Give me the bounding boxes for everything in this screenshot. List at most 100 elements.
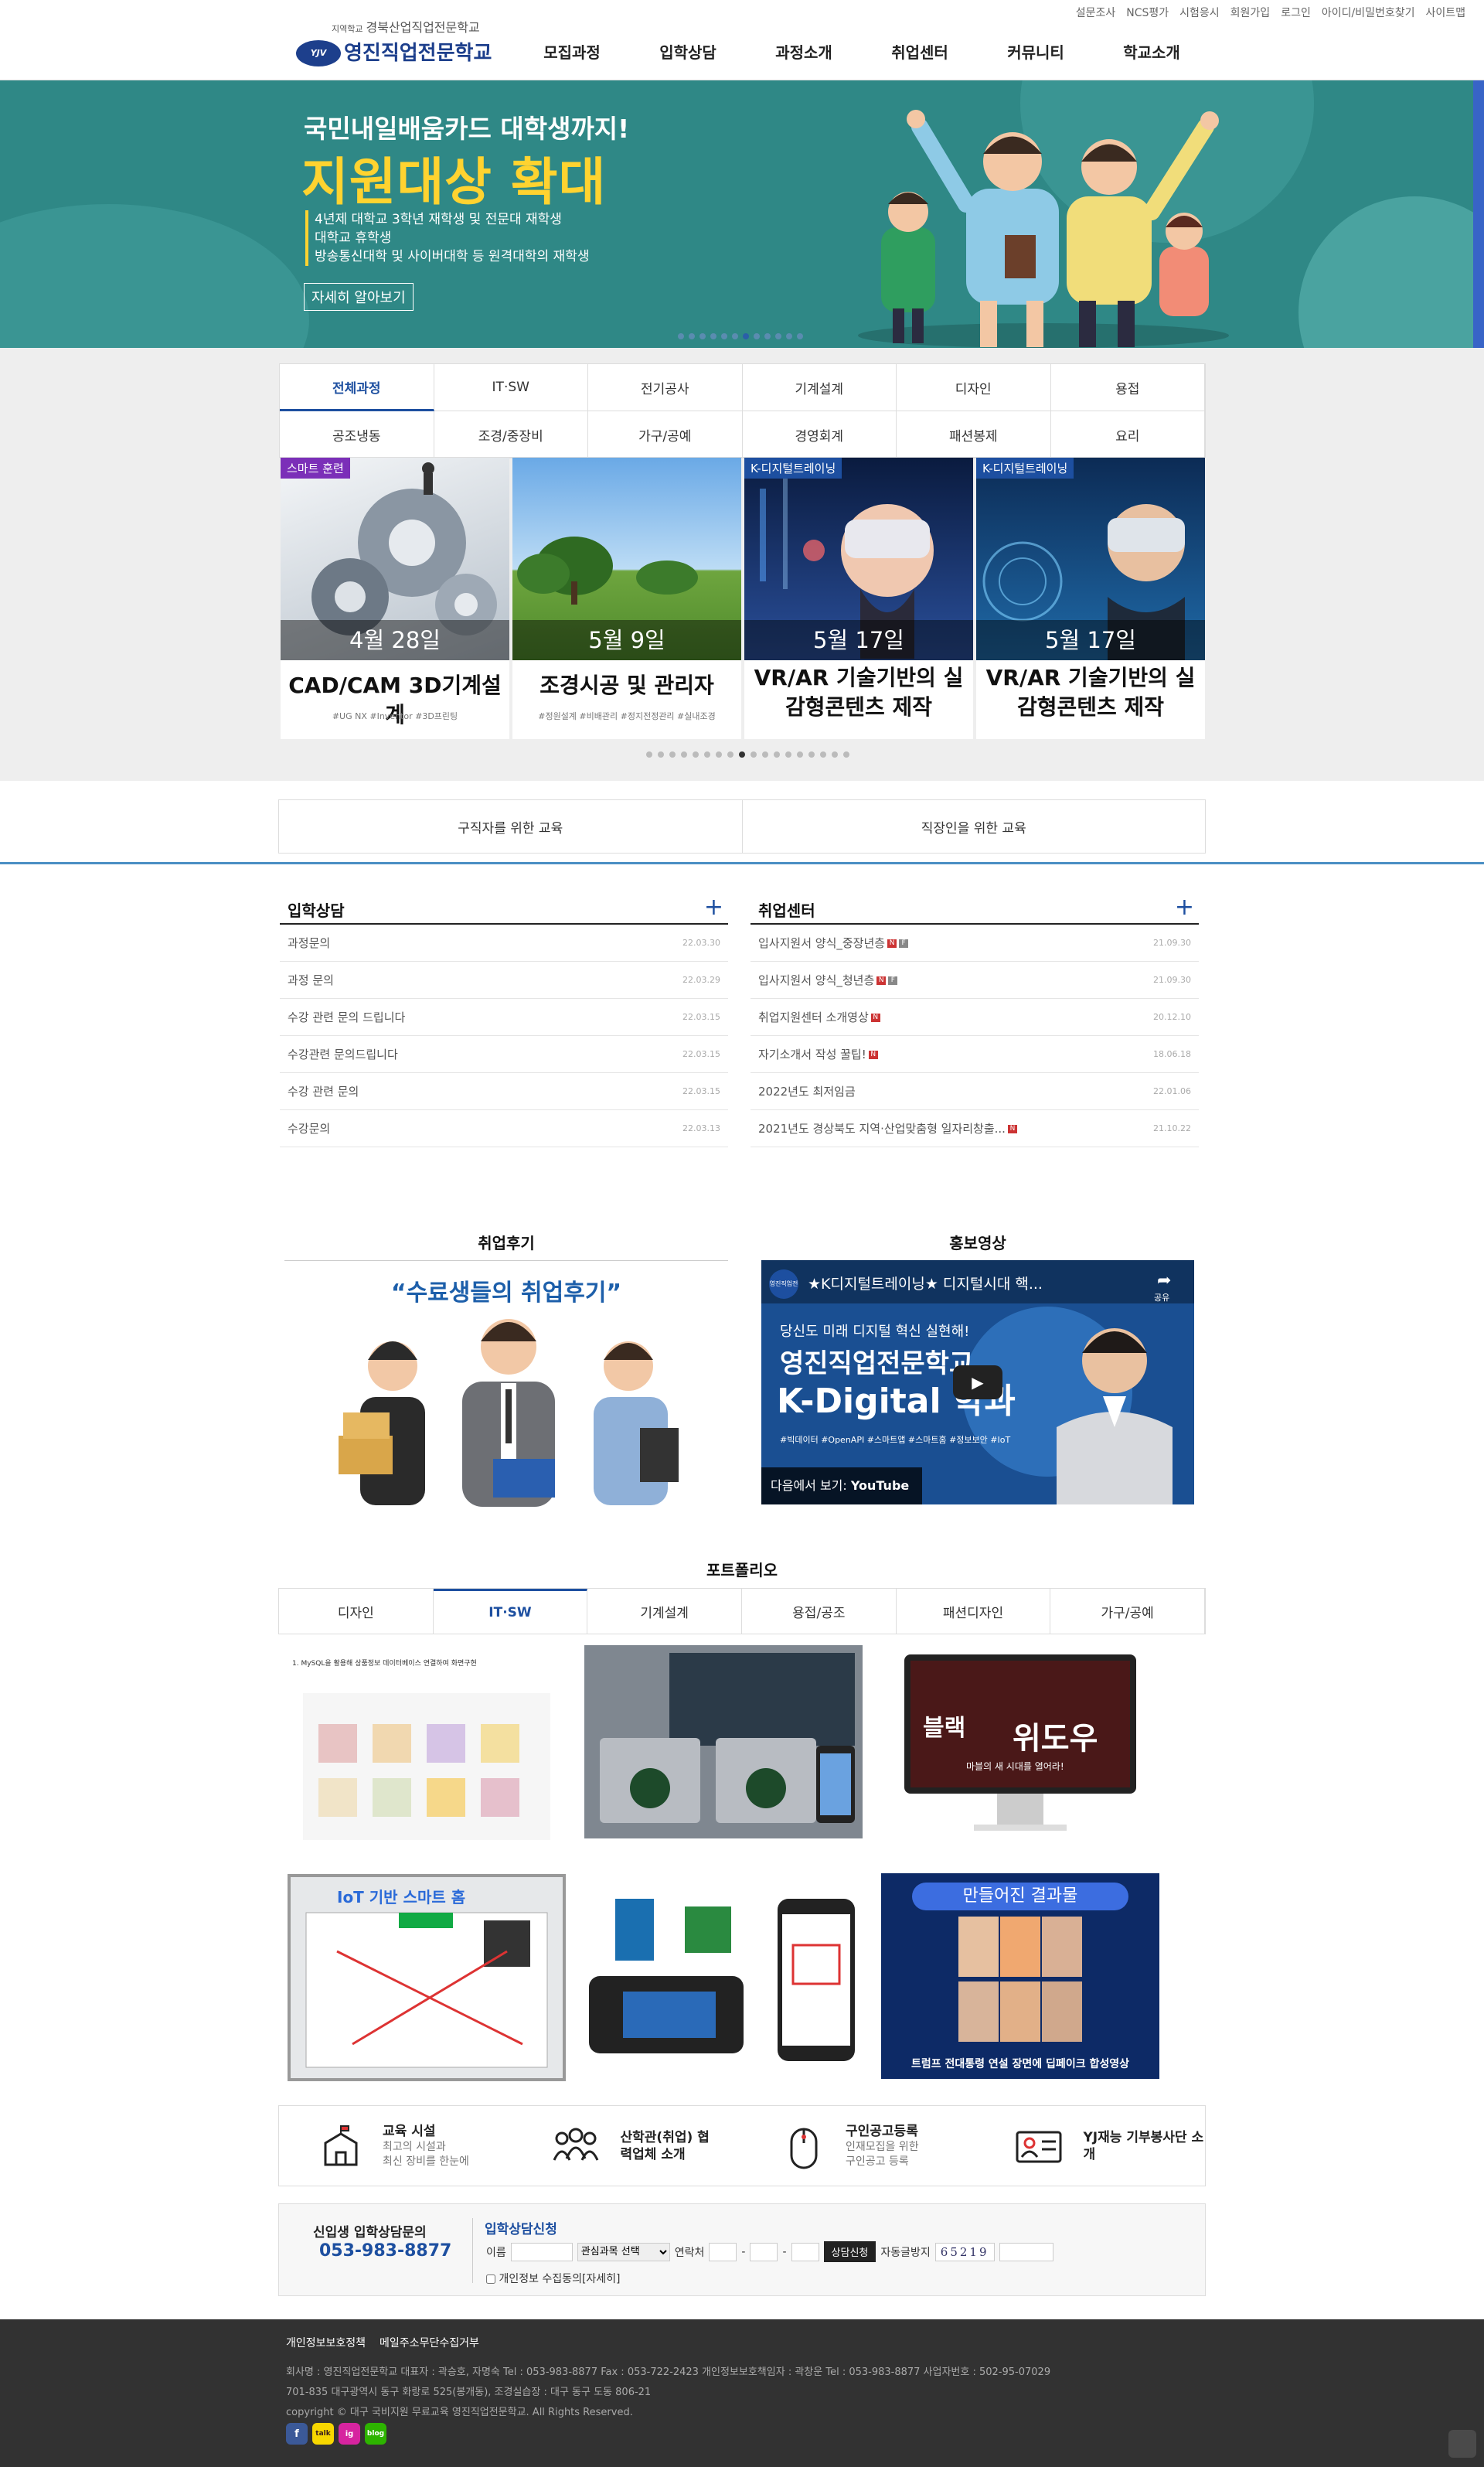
board-row[interactable]: 수강문의 22.03.13 xyxy=(280,1110,728,1147)
board-row[interactable]: 수강 관련 문의 드립니다 22.03.15 xyxy=(280,999,728,1036)
phone-input-3[interactable] xyxy=(791,2242,819,2261)
course-tab-itsw[interactable]: IT·SW xyxy=(434,364,588,411)
course-tab-accounting[interactable]: 경영회계 xyxy=(742,411,897,458)
banner-dot[interactable] xyxy=(699,333,706,339)
watch-on-youtube[interactable]: 다음에서 보기: YouTube xyxy=(761,1467,922,1504)
portfolio-tab-design[interactable]: 디자인 xyxy=(279,1589,434,1634)
nav-community[interactable]: 커뮤니티 xyxy=(978,40,1094,63)
quick-link-facility[interactable]: 교육 시설 최고의 시설과 최신 장비를 한눈에 xyxy=(279,2106,511,2186)
course-dot[interactable] xyxy=(832,751,838,758)
course-tab-furniture[interactable]: 가구/공예 xyxy=(588,411,743,458)
course-card[interactable]: K-디지털트레이닝 5월 17일 VR/AR 기술기반의 실감형콘텐츠 제작 xyxy=(744,458,973,739)
facebook-icon[interactable]: f xyxy=(286,2423,308,2445)
main-banner[interactable]: 국민내일배움카드 대학생까지! 지원대상 확대 4년제 대학교 3학년 재학생 … xyxy=(0,80,1484,348)
course-tab-landscape[interactable]: 조경/중장비 xyxy=(434,411,588,458)
portfolio-item[interactable]: 1. MySQL을 활용해 상품정보 데이터베이스 연결하여 화면구현 xyxy=(288,1654,566,1840)
course-tab-fashion[interactable]: 패션봉제 xyxy=(897,411,1051,458)
nav-recruit[interactable]: 모집과정 xyxy=(514,40,630,63)
portfolio-tab-mechanical[interactable]: 기계설계 xyxy=(587,1589,742,1634)
board-row[interactable]: 2021년도 경상북도 지역·산업맞춤형 일자리창출... N 21.10.22 xyxy=(751,1110,1199,1147)
util-signup-link[interactable]: 회원가입 xyxy=(1230,5,1271,20)
course-tab-welding[interactable]: 용접 xyxy=(1050,364,1205,411)
quick-link-volunteer[interactable]: YJ재능 기부봉사단 소개 xyxy=(974,2106,1206,2186)
course-card[interactable]: K-디지털트레이닝 5월 17일 VR/AR 기술기반의 실감형콘텐츠 제작 xyxy=(976,458,1205,739)
portfolio-item[interactable]: 만들어진 결과물 트럼프 전대통령 연설 장면에 딥페이크 합성영상 xyxy=(881,1873,1159,2079)
course-dot[interactable] xyxy=(693,751,699,758)
course-dot[interactable] xyxy=(727,751,733,758)
board-row[interactable]: 수강 관련 문의 22.03.15 xyxy=(280,1073,728,1110)
course-pagination[interactable] xyxy=(646,751,849,758)
captcha-input[interactable] xyxy=(999,2242,1053,2261)
nav-job-center[interactable]: 취업센터 xyxy=(862,40,978,63)
util-exam-link[interactable]: 시험응시 xyxy=(1179,5,1220,20)
course-dot[interactable] xyxy=(704,751,710,758)
course-select[interactable]: 관심과목 선택 xyxy=(577,2242,670,2261)
nav-courses[interactable]: 과정소개 xyxy=(746,40,862,63)
course-card[interactable]: 5월 9일 조경시공 및 관리자 #정원설계 #비배관리 #정지전정관리 #실내… xyxy=(512,458,741,739)
banner-dot[interactable] xyxy=(797,333,803,339)
portfolio-tab-fashion[interactable]: 패션디자인 xyxy=(897,1589,1051,1634)
util-find-account-link[interactable]: 아이디/비밀번호찾기 xyxy=(1322,5,1415,20)
scroll-top-button[interactable] xyxy=(1448,2430,1476,2458)
email-refusal-link[interactable]: 메일주소무단수집거부 xyxy=(380,2335,479,2350)
course-dot[interactable] xyxy=(751,751,757,758)
portfolio-tab-itsw[interactable]: IT·SW xyxy=(433,1589,588,1634)
util-sitemap-link[interactable]: 사이트맵 xyxy=(1425,5,1465,20)
banner-dot[interactable] xyxy=(775,333,781,339)
banner-more-button[interactable]: 자세히 알아보기 xyxy=(304,283,414,311)
portfolio-item[interactable] xyxy=(584,1883,863,2069)
course-dot[interactable] xyxy=(774,751,780,758)
employee-edu-link[interactable]: 직장인을 위한 교육 xyxy=(743,800,1206,853)
course-dot[interactable] xyxy=(681,751,687,758)
portfolio-tab-furniture[interactable]: 가구/공예 xyxy=(1050,1589,1205,1634)
portfolio-item[interactable]: IoT 기반 스마트 홈 xyxy=(288,1874,566,2081)
course-dot[interactable] xyxy=(820,751,826,758)
course-dot[interactable] xyxy=(646,751,652,758)
board-row[interactable]: 과정 문의 22.03.29 xyxy=(280,962,728,999)
course-dot[interactable] xyxy=(797,751,803,758)
logo[interactable]: 지역학교 경북산업직업전문학교 YJV 영진직업전문학교 xyxy=(296,17,492,68)
admission-more-button[interactable]: + xyxy=(704,894,723,921)
portfolio-item[interactable]: 블랙 위도우 마블의 새 시대를 열어라! xyxy=(897,1647,1144,1848)
course-tab-design[interactable]: 디자인 xyxy=(897,364,1051,411)
consult-phone[interactable]: 053-983-8877 xyxy=(319,2241,451,2261)
course-tab-electric[interactable]: 전기공사 xyxy=(588,364,743,411)
privacy-agree[interactable]: 개인정보 수집동의[자세히] xyxy=(486,2271,621,2286)
play-button[interactable]: ▶ xyxy=(953,1365,1002,1399)
board-row[interactable]: 2022년도 최저임금 22.01.06 xyxy=(751,1073,1199,1110)
util-ncs-link[interactable]: NCS평가 xyxy=(1126,5,1169,20)
course-dot[interactable] xyxy=(843,751,849,758)
board-row[interactable]: 자기소개서 작성 꿀팁! N 18.06.18 xyxy=(751,1036,1199,1073)
course-dot[interactable] xyxy=(716,751,722,758)
course-tab-cooking[interactable]: 요리 xyxy=(1050,411,1205,458)
kakaotalk-icon[interactable]: talk xyxy=(312,2423,334,2445)
course-dot[interactable] xyxy=(669,751,676,758)
course-dot[interactable] xyxy=(785,751,791,758)
blog-icon[interactable]: blog xyxy=(365,2423,386,2445)
consult-submit-button[interactable]: 상담신청 xyxy=(823,2241,876,2262)
banner-pagination[interactable] xyxy=(678,333,803,339)
job-more-button[interactable]: + xyxy=(1175,894,1194,921)
privacy-checkbox[interactable] xyxy=(486,2274,495,2284)
banner-dot[interactable] xyxy=(689,333,695,339)
channel-avatar[interactable]: 영진직업전문학교 xyxy=(769,1269,798,1299)
phone-input-1[interactable] xyxy=(709,2242,737,2261)
course-tab-mechanical[interactable]: 기계설계 xyxy=(742,364,897,411)
board-row[interactable]: 취업지원센터 소개영상 N 20.12.10 xyxy=(751,999,1199,1036)
banner-dot[interactable] xyxy=(732,333,738,339)
banner-dot[interactable] xyxy=(754,333,760,339)
portfolio-tab-welding[interactable]: 용접/공조 xyxy=(742,1589,897,1634)
review-panel[interactable]: “수료생들의 취업후기” xyxy=(284,1260,728,1507)
course-dot[interactable] xyxy=(658,751,664,758)
board-row[interactable]: 입사지원서 양식_중장년층 N F 21.09.30 xyxy=(751,925,1199,962)
util-survey-link[interactable]: 설문조사 xyxy=(1076,5,1116,20)
job-seeker-edu-link[interactable]: 구직자를 위한 교육 xyxy=(279,800,743,853)
share-icon[interactable]: ➦ xyxy=(1157,1271,1171,1290)
quick-link-job-post[interactable]: 구인공고등록 인재모집을 위한 구인공고 등록 xyxy=(742,2106,974,2186)
course-tab-all[interactable]: 전체과정 xyxy=(280,364,434,411)
board-row[interactable]: 수강관련 문의드립니다 22.03.15 xyxy=(280,1036,728,1073)
portfolio-item[interactable] xyxy=(584,1645,863,1838)
util-login-link[interactable]: 로그인 xyxy=(1281,5,1311,20)
banner-dot[interactable] xyxy=(710,333,716,339)
phone-input-2[interactable] xyxy=(750,2242,778,2261)
